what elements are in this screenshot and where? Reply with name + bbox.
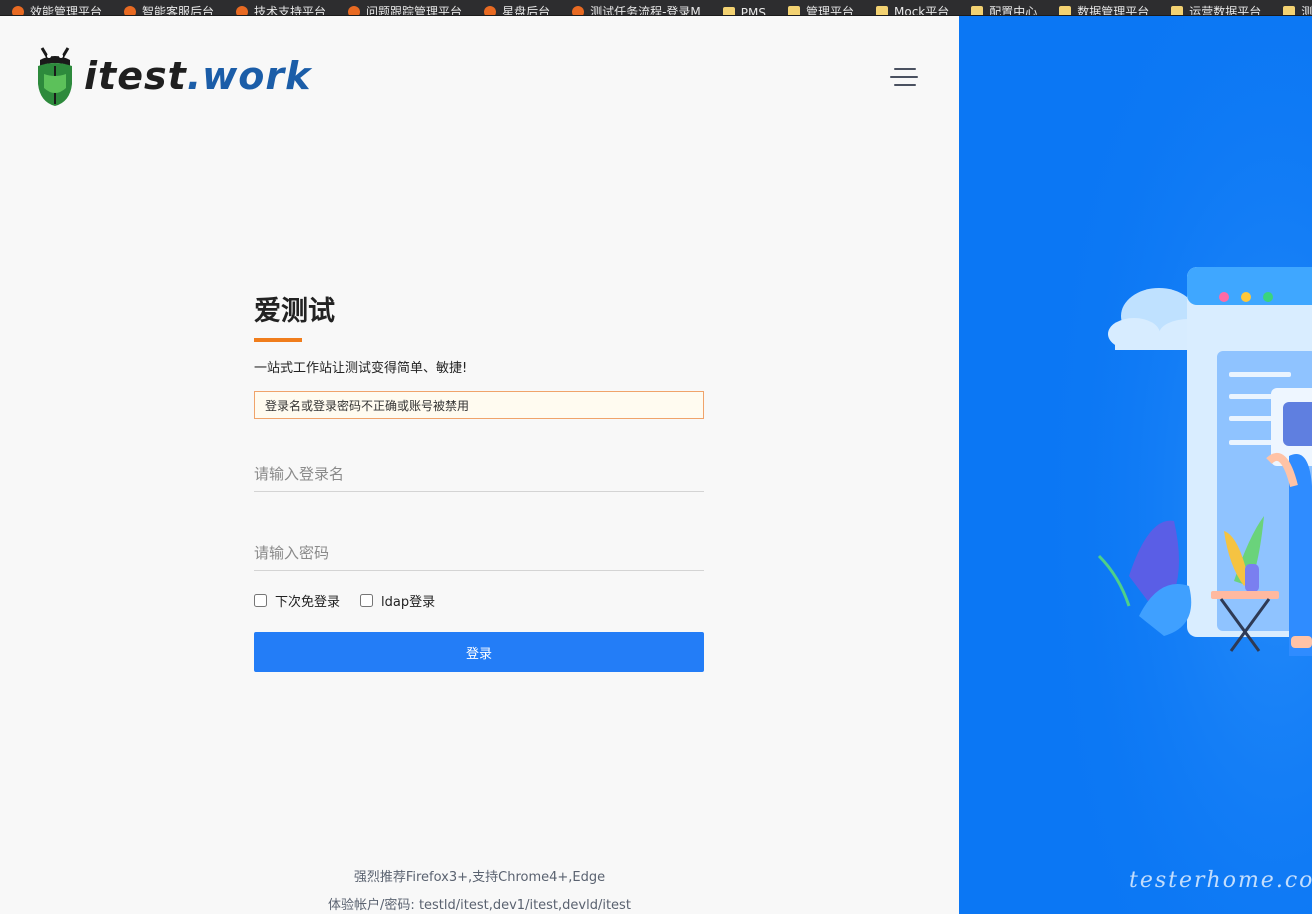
username-input[interactable] [254,459,704,489]
folder-icon [1059,5,1072,15]
folder-icon [876,5,888,15]
bookmark-label: 智能客服后台 [142,5,215,16]
bookmark-item[interactable]: 问题跟踪管理平台 [348,3,463,16]
bookmark-item[interactable]: PMS [722,6,766,16]
bookmark-item[interactable]: 星盘后台 [484,3,551,16]
bookmark-item[interactable]: 测试任务流程-登录M [572,3,701,16]
login-options: 下次免登录 ldap登录 [254,591,704,610]
folder-icon [722,7,735,15]
hamburger-menu-icon[interactable] [890,68,920,88]
favicon-icon [236,5,249,15]
remember-me-label: 下次免登录 [275,595,341,610]
watermark: testerhome.com [1129,868,1312,893]
browser-support-note: 强烈推荐Firefox3+,支持Chrome4+,Edge [353,870,606,885]
folder-icon [787,5,800,15]
page-subtitle: 一站式工作站让测试变得简单、敏捷! [254,361,468,376]
illustration [959,16,1312,914]
ldap-checkbox[interactable] [360,594,374,607]
bookmark-item[interactable]: 运营数据平台 [1171,3,1262,16]
login-panel: itest.work 爱测试 一站式工作站让测试变得简单、敏捷! 登录名或登录密… [0,16,959,914]
bookmark-item[interactable]: 数据管理平台 [1059,3,1150,16]
ldap-label: ldap登录 [381,595,436,610]
bookmark-item[interactable]: 智能客服后台 [124,3,215,16]
bookmark-label: 运营数据平台 [1189,5,1262,16]
page-title: 爱测试 [254,296,335,327]
bookmarks-bar: 效能管理平台 智能客服后台 技术支持平台 问题跟踪管理平台 星盘后台 测试任务流程-登录M… [0,0,1312,16]
bookmark-item[interactable]: 管理平台 [787,3,854,16]
remember-me-option[interactable]: 下次免登录 [254,591,340,610]
favicon-icon [572,5,585,15]
bookmark-item[interactable]: 技术支持平台 [236,3,327,16]
username-field [254,459,704,492]
bookmark-item[interactable]: 效能管理平台 [12,3,103,16]
bookmark-label: 效能管理平台 [30,5,103,16]
bookmark-label: 管理平台 [805,5,854,16]
brand-name: itest.work [84,54,312,98]
bookmark-label: 配置中心 [989,5,1038,16]
title-underline [254,338,302,342]
brand-logo[interactable]: itest.work [34,44,311,108]
bookmark-item[interactable]: 配置中心 [971,3,1038,16]
folder-icon [1283,5,1296,15]
error-message: 登录名或登录密码不正确或账号被禁用 [254,391,704,419]
folder-icon [1171,5,1184,15]
login-form: 爱测试 一站式工作站让测试变得简单、敏捷! 登录名或登录密码不正确或账号被禁用 … [254,294,704,672]
bookmark-label: 问题跟踪管理平台 [366,5,463,16]
bookmark-item[interactable]: Mock平台 [876,3,950,16]
folder-icon [971,5,984,15]
login-button[interactable]: 登录 [254,632,704,672]
bookmark-label: 数据管理平台 [1077,5,1150,16]
bookmark-label: 测试任务流程-登录M [590,5,701,16]
illustration-panel: testerhome.com [959,16,1312,914]
password-field [254,538,704,571]
remember-me-checkbox[interactable] [254,594,267,607]
password-input[interactable] [254,538,704,568]
favicon-icon [124,5,137,15]
bookmark-item[interactable]: 测试 [1283,3,1312,15]
favicon-icon [348,5,361,15]
beetle-logo-icon [38,47,72,106]
ldap-option[interactable]: ldap登录 [360,591,435,610]
bookmark-label: Mock平台 [894,5,950,16]
favicon-icon [484,5,497,15]
favicon-icon [12,5,24,15]
bookmark-label: 星盘后台 [502,5,551,16]
bookmark-label: PMS [740,6,766,16]
bookmark-label: 技术支持平台 [254,5,327,16]
bookmark-label: 测试 [1301,3,1312,15]
demo-accounts-note: 体验帐户/密码: testld/itest,dev1/itest,devld/i… [328,898,631,913]
